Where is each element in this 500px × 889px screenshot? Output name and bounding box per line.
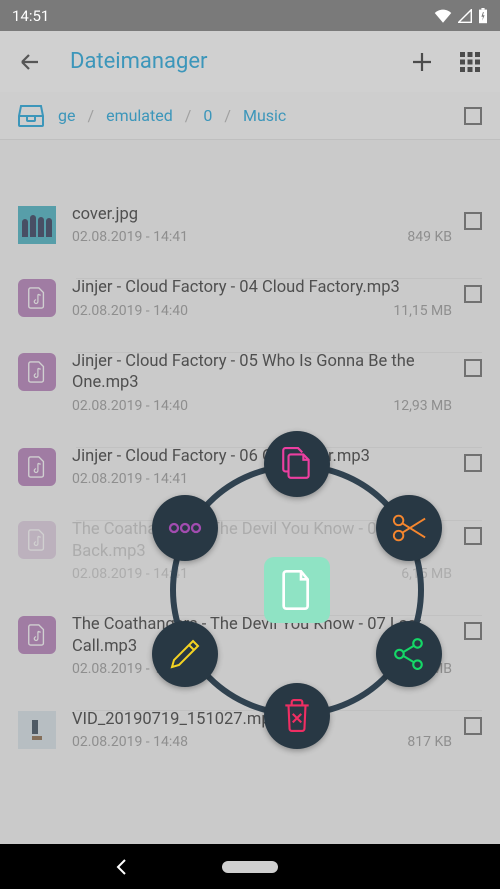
file-row[interactable]: Jinjer - Cloud Factory - 04 Cloud Factor… [0,267,500,340]
copy-button[interactable] [264,431,330,497]
crumb-0[interactable]: ge [58,106,75,125]
nav-home-pill[interactable] [222,861,278,873]
more-button[interactable] [152,495,218,561]
music-icon [18,353,56,391]
file-name: cover.jpg [72,204,452,225]
add-icon[interactable] [410,50,434,74]
file-size: 11,15 MB [393,303,452,319]
file-row[interactable]: cover.jpg 02.08.2019 - 14:41 849 KB [0,194,500,267]
radial-center-file-icon[interactable] [264,557,330,623]
crumb-2[interactable]: 0 [203,106,212,125]
file-size: 12,93 MB [393,398,452,414]
file-checkbox[interactable] [464,212,482,230]
battery-icon [478,8,488,24]
share-button[interactable] [376,621,442,687]
file-checkbox[interactable] [464,285,482,303]
music-icon [18,616,56,654]
crumb-1[interactable]: emulated [106,106,173,125]
cut-button[interactable] [376,495,442,561]
image-thumbnail [18,206,56,244]
app-header: Dateimanager [0,31,500,92]
file-date: 02.08.2019 - 14:40 [72,398,188,414]
crumb-3[interactable]: Music [243,106,286,125]
file-checkbox[interactable] [464,717,482,735]
drive-icon[interactable] [18,105,44,127]
back-icon[interactable] [18,50,42,74]
app-title: Dateimanager [70,49,207,74]
file-row[interactable]: Jinjer - Cloud Factory - 05 Who Is Gonna… [0,341,500,436]
wifi-icon [434,9,452,23]
video-thumbnail [18,711,56,749]
android-nav-bar [0,844,500,889]
file-checkbox[interactable] [464,359,482,377]
music-icon [18,279,56,317]
status-time: 14:51 [12,7,49,25]
signal-icon [458,9,472,23]
file-size: 849 KB [407,229,452,245]
music-icon [18,521,56,559]
edit-button[interactable] [152,621,218,687]
file-checkbox[interactable] [464,527,482,545]
file-date: 02.08.2019 - 14:41 [72,229,188,245]
file-name: Jinjer - Cloud Factory - 04 Cloud Factor… [72,277,452,298]
music-icon [18,448,56,486]
file-name: Jinjer - Cloud Factory - 05 Who Is Gonna… [72,351,452,394]
breadcrumb: ge / emulated / 0 / Music [0,92,500,140]
file-date: 02.08.2019 - 14:40 [72,303,188,319]
select-all-checkbox[interactable] [464,107,482,125]
nav-back-icon[interactable] [112,857,132,877]
status-bar: 14:51 [0,0,500,31]
delete-button[interactable] [264,683,330,749]
file-checkbox[interactable] [464,454,482,472]
radial-menu [142,435,452,745]
grid-view-icon[interactable] [458,50,482,74]
file-checkbox[interactable] [464,622,482,640]
